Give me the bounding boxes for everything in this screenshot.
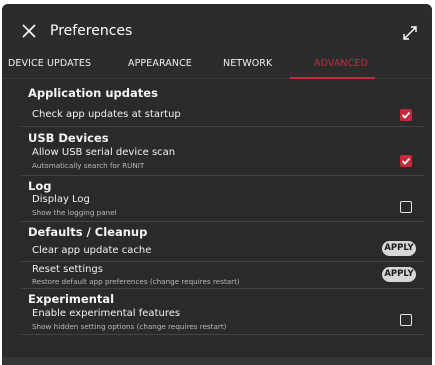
tab-advanced[interactable]: ADVANCED bbox=[314, 58, 368, 69]
tab-bar: DEVICE UPDATES APPEARANCE NETWORK ADVANC… bbox=[2, 50, 432, 79]
experimental-checkbox[interactable] bbox=[400, 314, 412, 326]
advanced-settings-panel: Application updates Check app updates at… bbox=[2, 79, 432, 365]
setting-description: Show hidden setting options (change requ… bbox=[32, 322, 227, 331]
window-footer bbox=[2, 357, 432, 365]
usb-scan-checkbox[interactable] bbox=[400, 155, 412, 167]
section-title-application-updates: Application updates bbox=[28, 86, 158, 100]
reset-settings-apply-button[interactable]: APPLY bbox=[382, 267, 416, 282]
preferences-window: Preferences DEVICE UPDATES APPEARANCE NE… bbox=[2, 4, 432, 365]
setting-label: Allow USB serial device scan bbox=[32, 147, 176, 158]
section-title-experimental: Experimental bbox=[28, 292, 115, 306]
tab-network[interactable]: NETWORK bbox=[223, 58, 272, 69]
setting-label: Enable experimental features bbox=[32, 308, 181, 319]
setting-description: Restore default app preferences (change … bbox=[32, 277, 240, 286]
clear-cache-apply-button[interactable]: APPLY bbox=[382, 241, 416, 256]
setting-label: Clear app update cache bbox=[32, 245, 152, 256]
setting-row-clear-cache: Clear app update cache APPLY bbox=[20, 239, 424, 262]
setting-row-display-log: Display Log Show the logging panel bbox=[20, 191, 424, 222]
tab-appearance[interactable]: APPEARANCE bbox=[128, 58, 192, 69]
title-bar: Preferences bbox=[2, 4, 432, 50]
tab-device-updates[interactable]: DEVICE UPDATES bbox=[8, 58, 91, 69]
setting-label: Check app updates at startup bbox=[32, 109, 181, 120]
checkmark-icon bbox=[401, 157, 411, 165]
check-updates-checkbox[interactable] bbox=[400, 109, 412, 121]
expand-icon[interactable] bbox=[402, 25, 418, 41]
setting-row-reset-settings: Reset settings Restore default app prefe… bbox=[20, 262, 424, 289]
setting-row-check-updates: Check app updates at startup bbox=[20, 104, 424, 127]
setting-label: Display Log bbox=[32, 194, 90, 205]
checkmark-icon bbox=[401, 111, 411, 119]
setting-row-usb-scan: Allow USB serial device scan Automatical… bbox=[20, 145, 424, 176]
setting-label: Reset settings bbox=[32, 264, 103, 275]
window-title: Preferences bbox=[50, 23, 133, 39]
setting-row-experimental: Enable experimental features Show hidden… bbox=[20, 306, 424, 335]
display-log-checkbox[interactable] bbox=[400, 201, 412, 213]
section-title-usb-devices: USB Devices bbox=[28, 131, 109, 145]
setting-description: Show the logging panel bbox=[32, 208, 117, 217]
section-title-defaults-cleanup: Defaults / Cleanup bbox=[28, 225, 148, 239]
close-icon[interactable] bbox=[22, 24, 36, 38]
setting-description: Automatically search for RUNIT bbox=[32, 161, 145, 170]
